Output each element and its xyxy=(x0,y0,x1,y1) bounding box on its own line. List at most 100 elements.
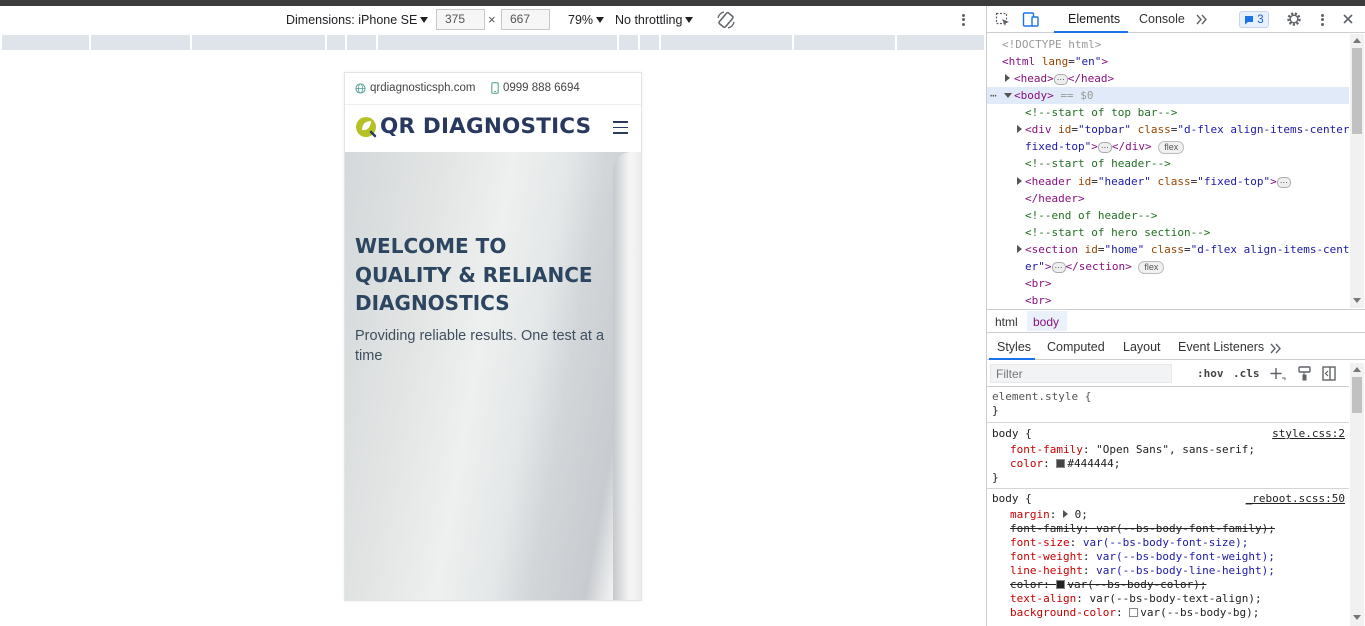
tab-computed[interactable]: Computed xyxy=(1047,340,1105,354)
height-input[interactable]: 667 xyxy=(501,9,550,30)
width-input[interactable]: 375 xyxy=(436,9,485,30)
element-style-selector[interactable]: element.style { xyxy=(992,390,1091,404)
ellipsis-icon[interactable]: ⋯ xyxy=(1276,176,1291,188)
color-swatch[interactable] xyxy=(1056,459,1066,468)
dom-line-div-topbar[interactable]: <div id="topbar" class="d-flex align-ite… xyxy=(987,121,1349,138)
dom-line-header-close[interactable]: </header> xyxy=(987,190,1349,207)
dom-line-comment[interactable]: <!--start of top bar--> xyxy=(987,104,1349,121)
scroll-thumb[interactable] xyxy=(1352,48,1362,134)
globe-icon xyxy=(355,82,366,94)
breadcrumb-body[interactable]: body xyxy=(1033,315,1059,329)
new-style-rule-icon[interactable] xyxy=(1270,367,1286,381)
collapse-arrow-icon[interactable] xyxy=(1004,93,1012,98)
toggle-sidebar-icon[interactable] xyxy=(1322,366,1336,381)
scroll-up-arrow-icon[interactable] xyxy=(1353,38,1361,43)
scroll-thumb[interactable] xyxy=(1352,377,1362,413)
expand-arrow-icon[interactable] xyxy=(1017,125,1022,133)
flex-badge[interactable]: flex xyxy=(1158,140,1185,154)
close-icon[interactable] xyxy=(1342,13,1354,25)
dom-line-doctype[interactable]: <!DOCTYPE html> xyxy=(987,36,1349,53)
rotate-icon[interactable] xyxy=(716,10,736,30)
media-query-bar[interactable] xyxy=(2,35,984,50)
dom-line-comment[interactable]: <!--start of hero section--> xyxy=(987,224,1349,241)
css-declaration[interactable]: font-size: var(--bs-body-font-size); xyxy=(1010,536,1248,550)
dom-line-br[interactable]: <br> xyxy=(987,275,1349,292)
css-declaration-overridden[interactable]: font-family: var(--bs-body-font-family); xyxy=(1010,522,1275,536)
body-rule-selector[interactable]: body { xyxy=(992,492,1032,506)
scroll-down-arrow-icon[interactable] xyxy=(1353,615,1361,620)
more-options-icon[interactable] xyxy=(958,12,968,28)
css-declaration[interactable]: font-weight: var(--bs-body-font-weight); xyxy=(1010,550,1275,564)
color-swatch[interactable] xyxy=(1056,580,1066,589)
dom-line-section-cont[interactable]: er"> ⋯ </section> flex xyxy=(987,258,1349,275)
expand-arrow-icon[interactable] xyxy=(1017,245,1022,253)
css-declaration[interactable]: font-family: "Open Sans", sans-serif; xyxy=(1010,443,1255,457)
css-value: var(--bs-body-color); xyxy=(1067,578,1207,591)
row-menu-icon[interactable]: ⋯ xyxy=(990,87,997,104)
styles-scrollbar[interactable] xyxy=(1350,363,1364,626)
css-property: color xyxy=(1010,578,1044,591)
section-close-tag: </section> xyxy=(1065,260,1132,273)
css-declaration[interactable]: line-height: var(--bs-body-line-height); xyxy=(1010,564,1275,578)
tab-layout[interactable]: Layout xyxy=(1123,340,1161,354)
reboot-source-link[interactable]: _reboot.scss:50 xyxy=(1246,492,1345,506)
more-tabs-chevron-icon[interactable] xyxy=(1270,343,1282,354)
issues-badge[interactable]: 3 xyxy=(1239,11,1269,28)
throttling-dropdown[interactable]: No throttling xyxy=(615,11,694,29)
expand-arrow-icon[interactable] xyxy=(1063,510,1068,518)
dom-line-html[interactable]: <html lang="en"> xyxy=(987,53,1349,70)
breadcrumb-html[interactable]: html xyxy=(995,315,1018,329)
header-class-value: "fixed-top" xyxy=(1197,175,1271,188)
comment-topbar: <!--start of top bar--> xyxy=(1025,106,1178,119)
dom-line-comment[interactable]: <!--start of header--> xyxy=(987,155,1349,172)
scroll-up-arrow-icon[interactable] xyxy=(1353,367,1361,372)
tab-console[interactable]: Console xyxy=(1139,12,1185,26)
body-rule-selector[interactable]: body { xyxy=(992,427,1032,441)
gear-icon[interactable] xyxy=(1286,11,1302,27)
hov-button[interactable]: :hov xyxy=(1197,367,1224,380)
dom-line-comment[interactable]: <!--end of header--> xyxy=(987,207,1349,224)
ellipsis-icon[interactable]: ⋯ xyxy=(1097,141,1112,153)
dom-line-head[interactable]: <head> ⋯ </head> xyxy=(987,70,1349,87)
body-tag: <body> xyxy=(1014,89,1054,102)
ellipsis-icon[interactable]: ⋯ xyxy=(1053,73,1068,85)
site-logo[interactable]: QR DIAGNOSTICS xyxy=(354,114,591,139)
css-declaration[interactable]: background-color: var(--bs-body-bg); xyxy=(1010,606,1259,620)
tab-event-listeners[interactable]: Event Listeners xyxy=(1178,340,1264,354)
dom-tree: <!DOCTYPE html> <html lang="en"> <head> ⋯… xyxy=(987,34,1349,308)
devtools-menu-icon[interactable] xyxy=(1317,12,1327,27)
filter-input[interactable]: Filter xyxy=(990,364,1172,383)
css-declaration[interactable]: color: #444444; xyxy=(1010,457,1120,471)
more-tabs-chevron-icon[interactable] xyxy=(1196,14,1208,25)
dom-line-br[interactable]: <br> xyxy=(987,292,1349,308)
css-declaration[interactable]: text-align: var(--bs-body-text-align); xyxy=(1010,592,1262,606)
hero-section: WELCOME TO QUALITY & RELIANCE DIAGNOSTIC… xyxy=(345,152,641,600)
tab-styles[interactable]: Styles xyxy=(997,340,1031,354)
ellipsis-icon[interactable]: ⋯ xyxy=(1051,261,1066,273)
hamburger-menu-icon[interactable] xyxy=(613,121,628,134)
hero-subtitle: Providing reliable results. One test at … xyxy=(355,328,605,364)
device-toggle-icon[interactable] xyxy=(1022,11,1040,29)
website-contact[interactable]: qrdiagnosticsph.com xyxy=(355,82,475,94)
dom-line-div-topbar-cont[interactable]: fixed-top"> ⋯ </div> flex xyxy=(987,138,1349,155)
cls-button[interactable]: .cls xyxy=(1233,367,1260,380)
dom-line-section[interactable]: <section id="home" class="d-flex align-i… xyxy=(987,241,1349,258)
paint-brush-icon[interactable] xyxy=(1298,366,1312,381)
phone-contact[interactable]: 0999 888 6694 xyxy=(491,82,580,94)
expand-arrow-icon[interactable] xyxy=(1017,177,1022,185)
style-source-link[interactable]: style.css:2 xyxy=(1272,427,1345,441)
css-declaration[interactable]: margin: 0; xyxy=(1010,508,1088,522)
expand-arrow-icon[interactable] xyxy=(1005,74,1010,82)
css-declaration-overridden[interactable]: color: var(--bs-body-color); xyxy=(1010,578,1206,592)
section-class-value: "d-flex align-items-cent xyxy=(1190,243,1349,256)
dimensions-dropdown[interactable]: Dimensions: iPhone SE xyxy=(286,11,429,29)
scroll-down-arrow-icon[interactable] xyxy=(1353,298,1361,303)
dom-line-header[interactable]: <header id="header" class="fixed-top"> ⋯ xyxy=(987,173,1349,190)
dom-scrollbar[interactable] xyxy=(1350,34,1364,308)
zoom-dropdown[interactable]: 79% xyxy=(568,11,605,29)
flex-badge[interactable]: flex xyxy=(1138,260,1165,274)
tab-elements[interactable]: Elements xyxy=(1068,12,1120,26)
color-swatch[interactable] xyxy=(1129,608,1139,617)
dom-line-body[interactable]: ⋯ <body> == $0 xyxy=(987,87,1349,104)
inspect-element-icon[interactable] xyxy=(995,12,1011,28)
